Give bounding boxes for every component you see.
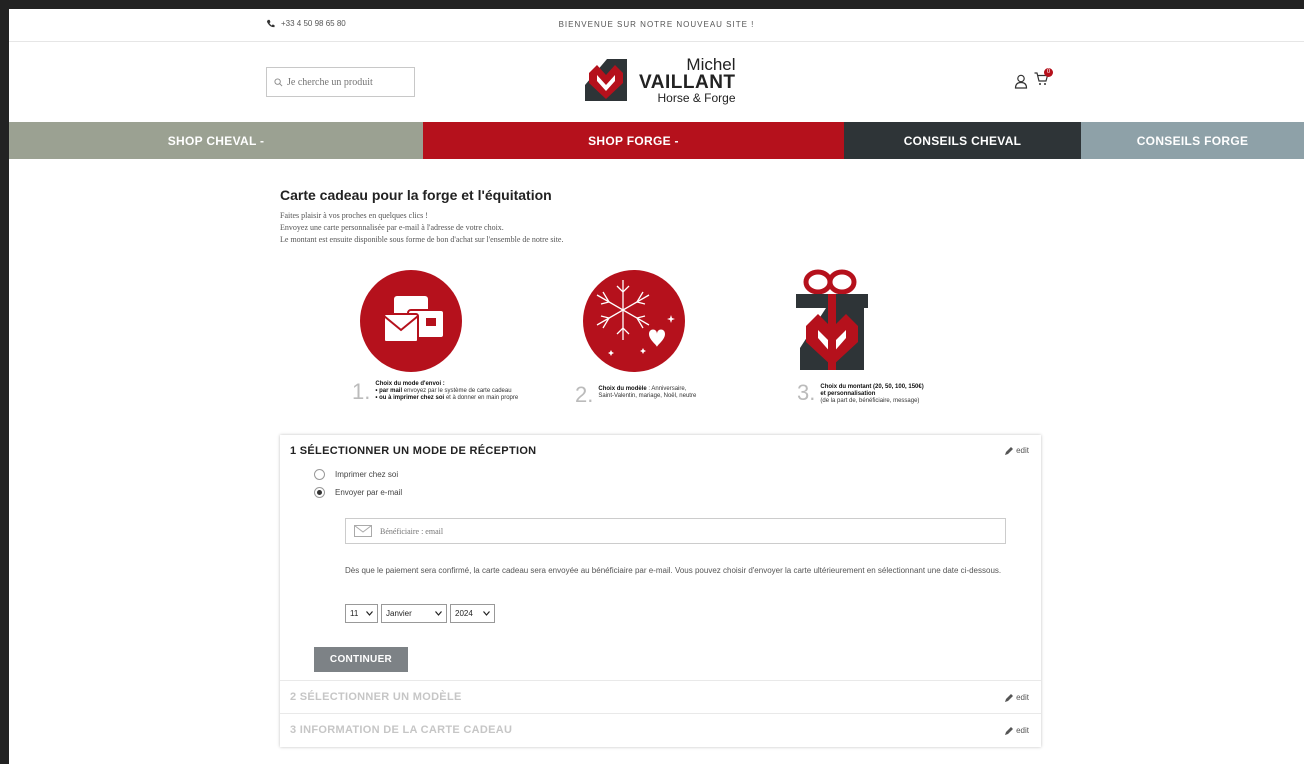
section-card-info: 3 INFORMATION DE LA CARTE CADEAU edit [280, 714, 1041, 747]
step-2-illustration [583, 270, 685, 372]
beneficiary-email-field[interactable] [345, 518, 1006, 544]
section-3-title[interactable]: 3 INFORMATION DE LA CARTE CADEAU [290, 724, 512, 736]
page-title: Carte cadeau pour la forge et l'équitati… [280, 187, 552, 203]
section-2-edit-label: edit [1016, 693, 1029, 702]
step-3-illustration [792, 268, 872, 374]
nav-shop-cheval[interactable]: SHOP CHEVAL - [9, 122, 423, 159]
option-email-label: Envoyer par e-mail [335, 488, 403, 497]
gift-box-icon [796, 269, 868, 370]
logo-mark-icon [585, 59, 627, 101]
nav-shop-forge[interactable]: SHOP FORGE - [423, 122, 844, 159]
intro-line-3: Le montant est ensuite disponible sous f… [280, 235, 564, 244]
step-2-number: 2. [575, 382, 594, 407]
search-input[interactable] [287, 76, 407, 88]
beneficiary-email-input[interactable] [380, 526, 880, 536]
chevron-down-icon [366, 611, 373, 616]
pencil-icon [1005, 693, 1014, 702]
intro-line-2: Envoyez une carte personnalisée par e-ma… [280, 223, 504, 232]
search-box[interactable] [266, 67, 415, 97]
section-1-edit[interactable]: edit [1005, 446, 1029, 455]
month-value: Janvier [386, 609, 412, 618]
step-1-number: 1. [352, 379, 371, 404]
radio-print[interactable] [314, 469, 325, 480]
step-2-text1: : Anniversaire, [646, 386, 687, 392]
gift-card-form: 1 SÉLECTIONNER UN MODE DE RÉCEPTION edit… [280, 435, 1041, 747]
snowflake-heart-icon [583, 270, 685, 372]
intro-block: Carte cadeau pour la forge et l'équitati… [280, 187, 1040, 246]
user-icon[interactable] [1014, 74, 1028, 89]
step-1-caption: 1. Choix du mode d'envoi : • par mail en… [352, 381, 518, 403]
logo-line-1: Michel [686, 55, 736, 74]
step-1-heading: Choix du mode d'envoi : [375, 381, 445, 387]
step-1-sub1: envoyez par le système de carte cadeau [402, 388, 512, 394]
cart-count-badge: 0 [1044, 68, 1053, 77]
step-3-caption: 3. Choix du montant (20, 50, 100, 150€) … [797, 382, 924, 405]
section-2-title[interactable]: 2 SÉLECTIONNER UN MODÈLE [290, 691, 462, 703]
logo-line-3: Horse & Forge [657, 91, 736, 105]
site-logo[interactable]: Michel VAILLANT Horse & Forge [581, 55, 736, 105]
nav-conseils-forge[interactable]: CONSEILS FORGE [1081, 122, 1304, 159]
chevron-down-icon [483, 611, 490, 616]
intro-line-1: Faites plaisir à vos proches en quelques… [280, 211, 428, 220]
welcome-message: BIENVENUE SUR NOTRE NOUVEAU SITE ! [558, 20, 755, 29]
section-1-edit-label: edit [1016, 446, 1029, 455]
pencil-icon [1005, 446, 1014, 455]
site-header: Michel VAILLANT Horse & Forge 0 [9, 42, 1304, 122]
year-select[interactable]: 2024 [450, 604, 495, 623]
step-3-number: 3. [797, 380, 816, 405]
logo-line-2: VAILLANT [639, 72, 736, 93]
section-template: 2 SÉLECTIONNER UN MODÈLE edit [280, 681, 1041, 714]
step-2-caption: 2. Choix du modèle : Anniversaire, Saint… [575, 384, 696, 406]
step-3-text: (de la part de, bénéficiaire, message) [820, 398, 920, 404]
cart-button[interactable]: 0 [1034, 68, 1053, 91]
option-print-label: Imprimer chez soi [335, 470, 399, 479]
year-value: 2024 [455, 609, 473, 618]
top-bar: +33 4 50 98 65 80 BIENVENUE SUR NOTRE NO… [9, 9, 1304, 42]
option-print-at-home[interactable]: Imprimer chez soi [314, 469, 398, 480]
day-select[interactable]: 11 [345, 604, 378, 623]
mail-cards-icon [360, 270, 462, 372]
section-3-edit-label: edit [1016, 726, 1029, 735]
section-2-edit[interactable]: edit [1005, 693, 1029, 702]
step-1-sub2: et à donner en main propre [444, 395, 519, 401]
header-icons: 0 [1014, 68, 1053, 91]
step-2-heading: Choix du modèle [598, 386, 647, 392]
search-icon [274, 77, 283, 86]
pencil-icon [1005, 726, 1014, 735]
radio-email[interactable] [314, 487, 325, 498]
step-3-heading-2: et personnalisation [820, 391, 876, 397]
section-1-title[interactable]: 1 SÉLECTIONNER UN MODE DE RÉCEPTION [290, 445, 536, 457]
step-1-illustration [360, 270, 462, 372]
step-1-sub2-bold: • ou à imprimer chez soi [375, 395, 445, 401]
chevron-down-icon [435, 611, 442, 616]
envelope-icon [354, 525, 372, 537]
nav-conseils-cheval[interactable]: CONSEILS CHEVAL [844, 122, 1081, 159]
month-select[interactable]: Janvier [381, 604, 447, 623]
step-1-sub1-bold: • par mail [375, 388, 403, 394]
option-send-email[interactable]: Envoyer par e-mail [314, 487, 402, 498]
step-3-heading: Choix du montant (20, 50, 100, 150€) [820, 384, 924, 390]
section-3-edit[interactable]: edit [1005, 726, 1029, 735]
continue-button[interactable]: CONTINUER [314, 647, 408, 672]
section-reception-mode: 1 SÉLECTIONNER UN MODE DE RÉCEPTION edit… [280, 435, 1041, 681]
step-2-text2: Saint-Valentin, mariage, Noël, neutre [598, 393, 697, 399]
delivery-note: Dès que le paiement sera confirmé, la ca… [345, 566, 1002, 575]
page: +33 4 50 98 65 80 BIENVENUE SUR NOTRE NO… [9, 9, 1304, 764]
main-nav: SHOP CHEVAL - SHOP FORGE - CONSEILS CHEV… [9, 122, 1304, 159]
day-value: 11 [350, 609, 359, 618]
